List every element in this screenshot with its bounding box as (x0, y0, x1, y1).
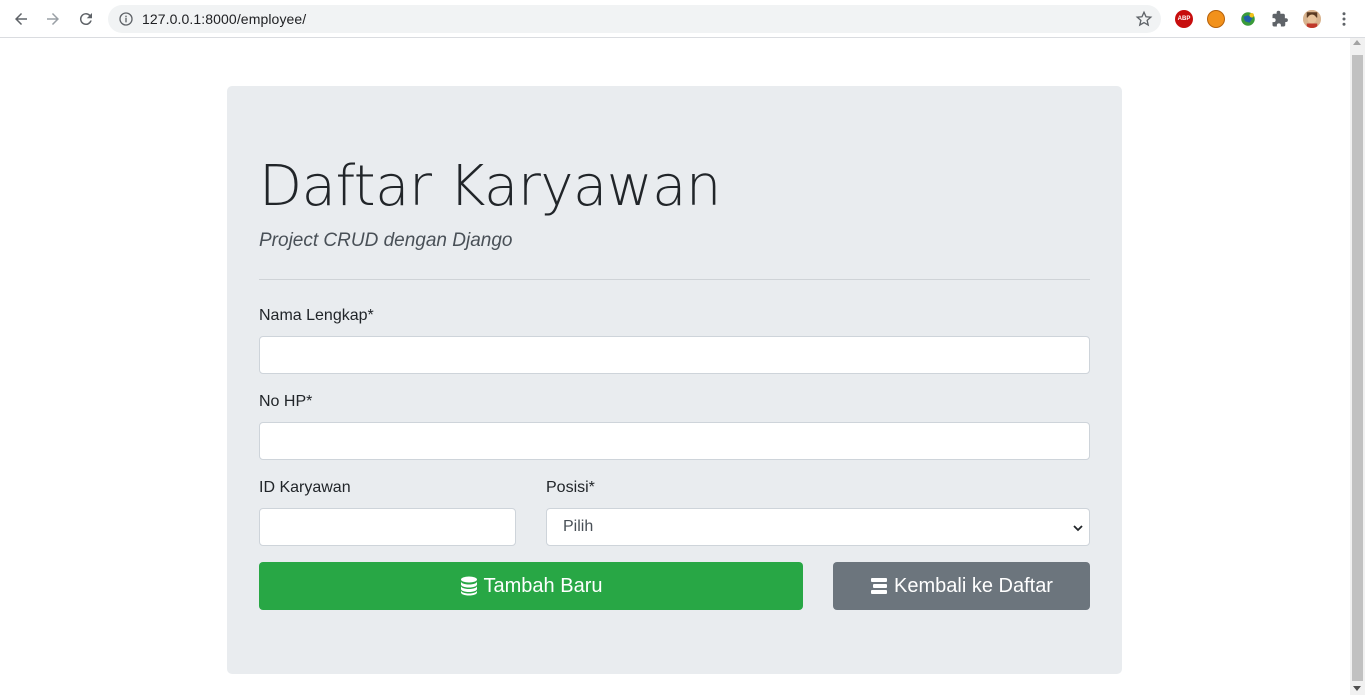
url-text[interactable]: 127.0.0.1:8000/employee/ (142, 11, 306, 27)
idkaryawan-input[interactable] (259, 508, 516, 546)
kembali-button[interactable]: Kembali ke Daftar (833, 562, 1090, 610)
reload-button[interactable] (74, 7, 98, 31)
kebab-menu-icon[interactable] (1335, 10, 1353, 28)
info-icon[interactable] (118, 11, 134, 27)
reload-icon (79, 13, 92, 26)
page-title: Daftar Karyawan (259, 154, 721, 219)
kembali-label: Kembali ke Daftar (894, 574, 1053, 597)
loading-bar (0, 0, 998, 2)
browser-toolbar: 127.0.0.1:8000/employee/ ABP (0, 0, 1365, 38)
posisi-label: Posisi* (546, 479, 595, 496)
nohp-input[interactable] (259, 422, 1090, 460)
scrollbar-thumb[interactable] (1352, 55, 1363, 681)
tambah-baru-button[interactable]: Tambah Baru (259, 562, 803, 610)
forward-button[interactable] (41, 7, 65, 31)
adblock-icon[interactable]: ABP (1175, 10, 1193, 28)
idkaryawan-label: ID Karyawan (259, 479, 351, 496)
globe-extension-icon[interactable] (1239, 10, 1257, 28)
page-scrollbar[interactable] (1350, 38, 1365, 695)
list-icon (871, 578, 888, 594)
scroll-up-icon[interactable] (1353, 40, 1361, 45)
arrow-left-icon (15, 13, 27, 25)
page-subtitle: Project CRUD dengan Django (259, 230, 513, 251)
puzzle-icon[interactable] (1271, 10, 1289, 28)
arrow-right-icon (47, 13, 59, 25)
address-bar[interactable]: 127.0.0.1:8000/employee/ (108, 5, 1161, 33)
database-icon (460, 576, 477, 596)
posisi-selected-value: Pilih (563, 518, 594, 535)
bookmark-star-icon[interactable] (1135, 10, 1153, 28)
divider (259, 279, 1090, 280)
posisi-select[interactable]: Pilih (546, 508, 1090, 546)
back-button[interactable] (9, 7, 33, 31)
nama-label: Nama Lengkap* (259, 307, 374, 324)
profile-avatar[interactable] (1303, 10, 1321, 28)
nohp-label: No HP* (259, 393, 313, 410)
chevron-down-icon (1073, 525, 1083, 532)
orange-extension-icon[interactable] (1207, 10, 1225, 28)
nama-input[interactable] (259, 336, 1090, 374)
tambah-baru-label: Tambah Baru (483, 574, 603, 597)
form-card: Daftar Karyawan Project CRUD dengan Djan… (227, 86, 1122, 674)
scroll-down-icon[interactable] (1353, 686, 1361, 691)
